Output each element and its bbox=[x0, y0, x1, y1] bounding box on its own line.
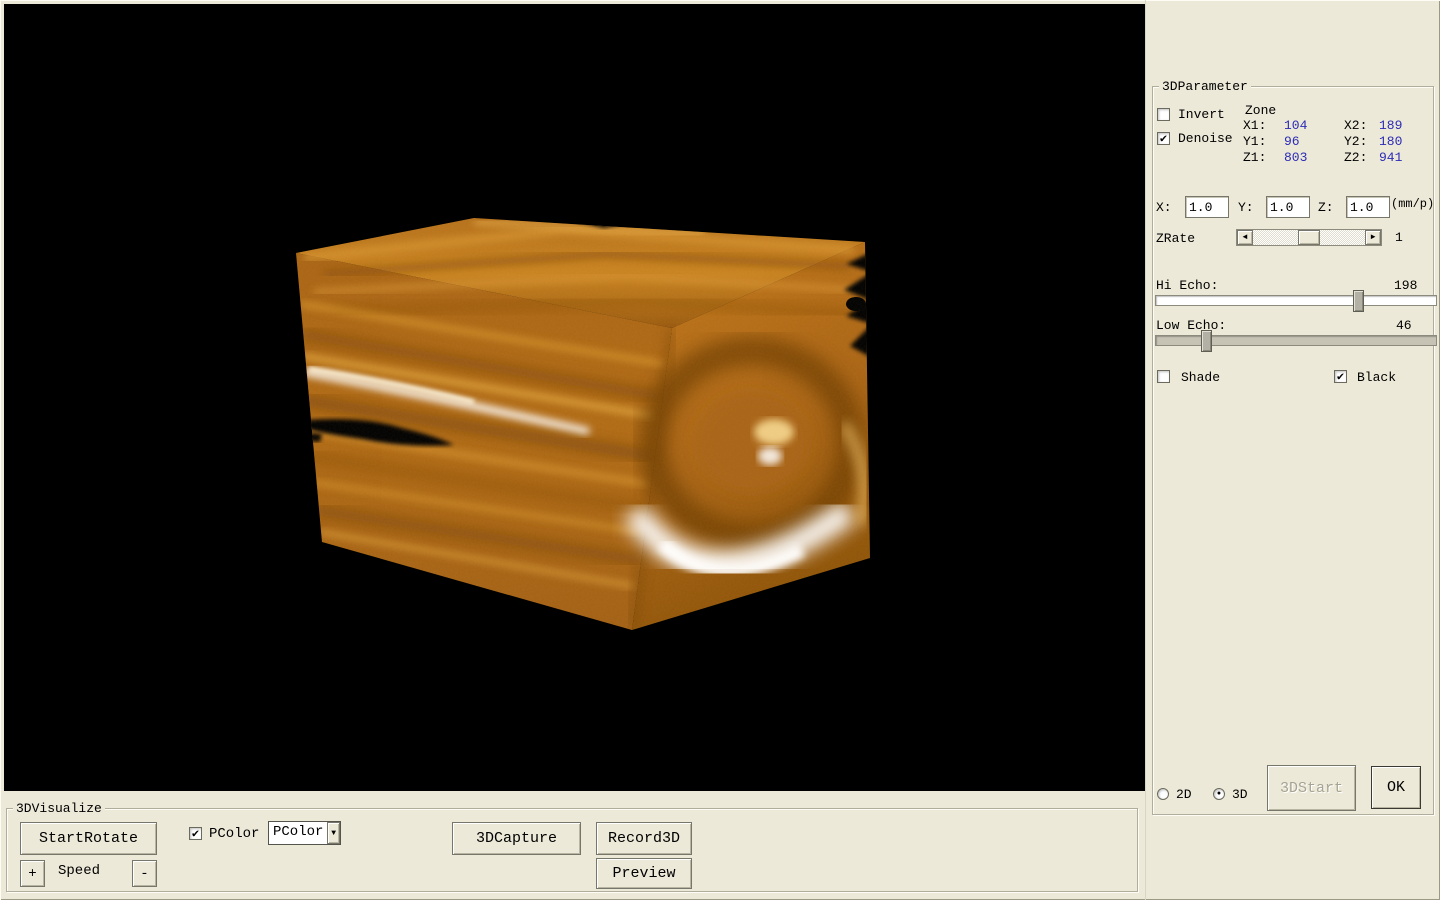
hi-echo-slider[interactable] bbox=[1155, 295, 1437, 306]
zrate-scroll-left-icon[interactable]: ◄ bbox=[1237, 230, 1253, 245]
invert-checkbox[interactable] bbox=[1157, 108, 1170, 121]
scale-y-input[interactable] bbox=[1266, 196, 1310, 218]
scale-y-label: Y: bbox=[1238, 200, 1254, 215]
zrate-scrollbar[interactable]: ◄ ► bbox=[1236, 229, 1382, 246]
mode-2d-label: 2D bbox=[1176, 787, 1192, 802]
denoise-checkmark: ✔ bbox=[1160, 133, 1167, 145]
low-echo-slider[interactable] bbox=[1155, 335, 1437, 346]
black-checkbox[interactable]: ✔ bbox=[1334, 370, 1347, 383]
zone-x2-value: 189 bbox=[1379, 118, 1402, 133]
scale-unit-label: (mm/p) bbox=[1391, 197, 1434, 211]
zone-x2-label: X2: bbox=[1344, 118, 1367, 133]
zone-x1-label: X1: bbox=[1243, 118, 1266, 133]
zone-z1-value: 803 bbox=[1284, 150, 1307, 165]
black-checkmark: ✔ bbox=[1337, 371, 1344, 383]
hi-echo-slider-thumb[interactable] bbox=[1353, 290, 1364, 312]
pcolor-checkmark: ✔ bbox=[192, 828, 199, 840]
ultrasound-volume-render bbox=[4, 4, 1145, 791]
zone-y2-value: 180 bbox=[1379, 134, 1402, 149]
ok-button[interactable]: OK bbox=[1371, 766, 1421, 809]
zrate-scroll-track[interactable] bbox=[1253, 230, 1365, 245]
pcolor-checkbox[interactable]: ✔ bbox=[189, 827, 202, 840]
shade-label: Shade bbox=[1181, 370, 1220, 385]
dropdown-arrow-icon[interactable]: ▼ bbox=[327, 822, 340, 844]
scale-x-input[interactable] bbox=[1185, 196, 1229, 218]
speed-plus-button[interactable]: + bbox=[20, 860, 45, 887]
low-echo-value: 46 bbox=[1396, 318, 1412, 333]
zrate-scroll-thumb[interactable] bbox=[1298, 230, 1320, 245]
low-echo-slider-thumb[interactable] bbox=[1201, 330, 1212, 352]
hi-echo-label: Hi Echo: bbox=[1156, 278, 1218, 293]
invert-label: Invert bbox=[1178, 107, 1225, 122]
parameter-group-title: 3DParameter bbox=[1159, 79, 1251, 94]
preview-button[interactable]: Preview bbox=[596, 858, 692, 889]
shade-checkbox[interactable] bbox=[1157, 370, 1170, 383]
hi-echo-value: 198 bbox=[1394, 278, 1417, 293]
pcolor-dropdown[interactable]: PColor ▼ bbox=[268, 821, 341, 845]
mode-3d-label: 3D bbox=[1232, 787, 1248, 802]
zrate-value: 1 bbox=[1395, 230, 1403, 245]
capture-button[interactable]: 3DCapture bbox=[452, 822, 581, 855]
panel-divider bbox=[1145, 0, 1146, 900]
speed-minus-button[interactable]: - bbox=[132, 860, 157, 887]
zone-label: Zone bbox=[1245, 103, 1276, 118]
mode-2d-radio[interactable] bbox=[1157, 788, 1169, 800]
black-label: Black bbox=[1357, 370, 1396, 385]
zone-y2-label: Y2: bbox=[1344, 134, 1367, 149]
low-echo-label: Low Echo: bbox=[1156, 318, 1226, 333]
zone-x1-value: 104 bbox=[1284, 118, 1307, 133]
scale-x-label: X: bbox=[1156, 200, 1172, 215]
zone-z1-label: Z1: bbox=[1243, 150, 1266, 165]
zone-z2-value: 941 bbox=[1379, 150, 1402, 165]
zrate-label: ZRate bbox=[1156, 231, 1195, 246]
denoise-checkbox[interactable]: ✔ bbox=[1157, 132, 1170, 145]
denoise-label: Denoise bbox=[1178, 131, 1233, 146]
zone-z2-label: Z2: bbox=[1344, 150, 1367, 165]
zone-y1-value: 96 bbox=[1284, 134, 1300, 149]
zone-y1-label: Y1: bbox=[1243, 134, 1266, 149]
pcolor-dropdown-value: PColor bbox=[269, 822, 327, 844]
scale-z-label: Z: bbox=[1318, 200, 1334, 215]
visualize-group-title: 3DVisualize bbox=[13, 801, 105, 816]
start-rotate-button[interactable]: StartRotate bbox=[20, 822, 157, 855]
mode-3d-dot: ● bbox=[1217, 791, 1221, 798]
pcolor-label: PColor bbox=[209, 826, 259, 842]
speed-label: Speed bbox=[58, 863, 100, 879]
volume-viewport[interactable] bbox=[4, 4, 1145, 791]
mode-3d-radio[interactable]: ● bbox=[1213, 788, 1225, 800]
zrate-scroll-right-icon[interactable]: ► bbox=[1365, 230, 1381, 245]
start3d-button[interactable]: 3DStart bbox=[1267, 765, 1356, 811]
scale-z-input[interactable] bbox=[1346, 196, 1390, 218]
record3d-button[interactable]: Record3D bbox=[596, 822, 692, 855]
app-window: 3DParameter Invert ✔ Denoise Zone X1: 10… bbox=[0, 0, 1440, 900]
